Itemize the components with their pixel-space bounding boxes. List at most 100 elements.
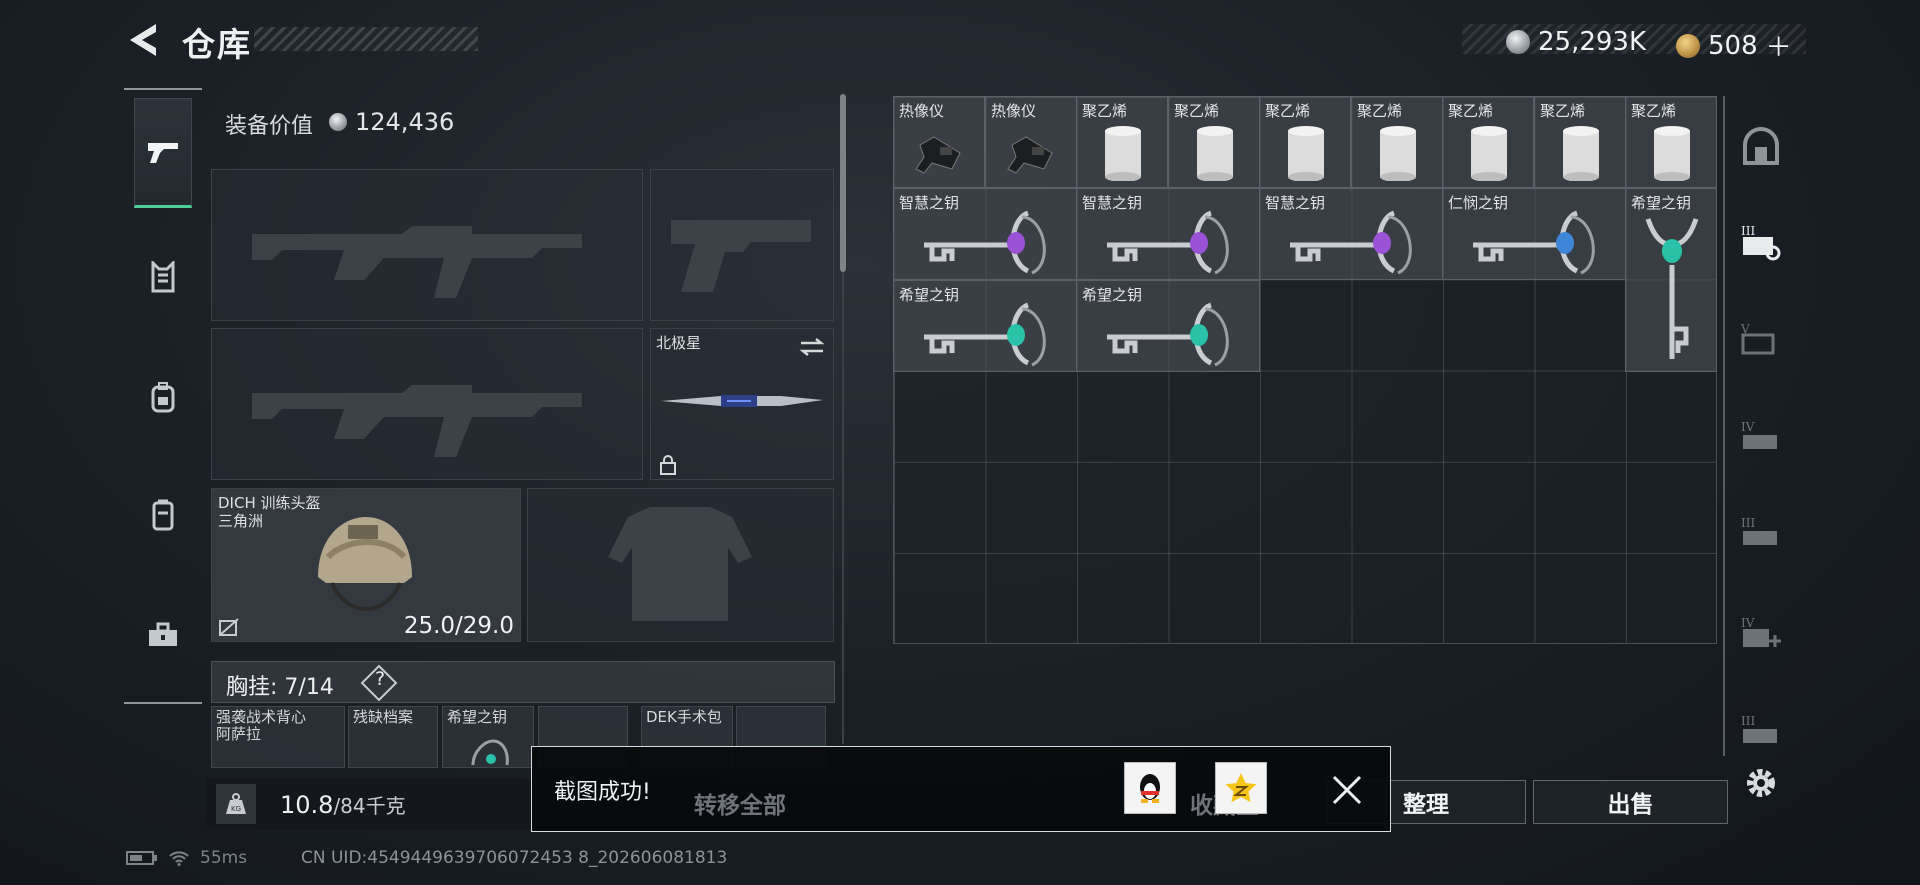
back-arrow-icon[interactable]: [126, 22, 160, 58]
helmet-durability: 25.0/29.0: [403, 613, 514, 639]
gear-icon: [1747, 769, 1775, 797]
close-icon[interactable]: [1331, 774, 1363, 806]
share-qzone-button[interactable]: [1215, 762, 1267, 814]
rail-backpack[interactable]: [134, 342, 192, 452]
polyethylene-roll-icon: [1288, 126, 1324, 181]
chest-item-slot[interactable]: 希望之钥: [442, 706, 534, 768]
transfer-all-button[interactable]: 转移全部: [694, 786, 786, 820]
page-title: 仓库: [182, 25, 252, 64]
category-case[interactable]: V: [1736, 314, 1786, 364]
stash-item[interactable]: 聚乙烯: [1351, 96, 1443, 188]
rifle-silhouette-icon: [252, 385, 582, 457]
helmet-icon: [318, 517, 412, 612]
vest-icon: [151, 261, 175, 293]
stash-item[interactable]: 热像仪: [893, 96, 985, 188]
stash-item[interactable]: 聚乙烯: [1168, 96, 1260, 188]
sell-button[interactable]: 出售: [1533, 780, 1728, 824]
key-icon: [1645, 218, 1699, 359]
stash-item[interactable]: 聚乙烯: [1259, 96, 1351, 188]
polyethylene-roll-icon: [1563, 126, 1599, 181]
helmet-slot[interactable]: DICH 训练头盔 三角洲 25.0/29.0: [211, 488, 521, 642]
svg-text:III: III: [1741, 224, 1755, 238]
tier-4-case-icon: IV: [1741, 420, 1777, 449]
safe-icon: [1743, 127, 1779, 165]
polyethylene-roll-icon: [1197, 126, 1233, 181]
stash-key-item[interactable]: 智慧之钥: [1259, 188, 1443, 280]
rail-chest-rig[interactable]: [134, 222, 192, 332]
stash-key-item[interactable]: 希望之钥: [1625, 188, 1717, 372]
category-case[interactable]: IV: [1736, 412, 1786, 462]
category-safe[interactable]: [1736, 122, 1786, 172]
svg-text:III: III: [1741, 714, 1755, 728]
secondary-weapon-slot[interactable]: [211, 328, 643, 480]
add-currency-button[interactable]: ＋: [1766, 27, 1792, 64]
swap-icon[interactable]: [799, 337, 825, 357]
svg-text:KG: KG: [231, 805, 241, 813]
qzone-star-icon: [1225, 773, 1257, 803]
tier-5-case-icon: V: [1740, 322, 1775, 355]
stash-key-item[interactable]: 希望之钥: [893, 280, 1077, 372]
stash-item[interactable]: 聚乙烯: [1625, 96, 1717, 188]
toast-message: 截图成功!: [554, 780, 651, 805]
toolbox-icon: [149, 622, 177, 646]
chest-rig-label: 胸挂:: [226, 675, 278, 700]
no-insurance-icon: [219, 618, 239, 636]
key-icon: [924, 302, 1046, 367]
gold-coin-icon: [1676, 33, 1700, 58]
primary-weapon-slot[interactable]: [211, 169, 643, 321]
settings-button[interactable]: [1736, 758, 1786, 808]
chest-item-slot[interactable]: 强袭战术背心 阿萨拉: [211, 706, 345, 768]
locker-icon: [152, 499, 174, 531]
category-case[interactable]: IV: [1736, 608, 1786, 658]
rail-toolbox[interactable]: [134, 580, 192, 690]
item-name: 希望之钥: [1631, 194, 1692, 212]
stash-item[interactable]: 聚乙烯: [1534, 96, 1626, 188]
item-name: 聚乙烯: [1174, 102, 1220, 120]
stash-item[interactable]: 热像仪: [985, 96, 1077, 188]
knife-icon: [661, 395, 823, 407]
device-status: 55ms: [126, 848, 247, 868]
armor-silhouette-icon: [608, 507, 752, 621]
category-case[interactable]: III: [1736, 216, 1786, 266]
melee-name: 北极星: [656, 334, 702, 352]
category-case[interactable]: III: [1736, 706, 1786, 756]
chest-item-name: DEK手术包: [646, 708, 722, 726]
rail-locker[interactable]: [134, 460, 192, 570]
qq-penguin-icon: [1140, 774, 1160, 803]
equipment-value-label: 装备价值: [225, 114, 314, 139]
battery-icon: [126, 851, 157, 865]
gold-currency[interactable]: 508 ＋: [1676, 27, 1792, 64]
tier-3-case-icon: III: [1741, 714, 1777, 743]
stash-key-item[interactable]: 智慧之钥: [893, 188, 1077, 280]
scrollbar-thumb[interactable]: [840, 94, 846, 272]
rifle-silhouette-icon: [252, 226, 582, 298]
title-decoration: [254, 27, 478, 51]
item-name: 聚乙烯: [1265, 102, 1311, 120]
stash-item[interactable]: 聚乙烯: [1442, 96, 1534, 188]
stash-key-item[interactable]: 智慧之钥: [1076, 188, 1260, 280]
rail-weapons[interactable]: [134, 98, 192, 208]
chest-item-name: 希望之钥: [447, 708, 508, 726]
chest-item-name: 残缺档案: [353, 708, 414, 726]
body-armor-slot[interactable]: [527, 488, 834, 642]
svg-text:III: III: [1741, 516, 1755, 530]
item-name: 聚乙烯: [1448, 102, 1494, 120]
stash-key-item[interactable]: 仁悯之钥: [1442, 188, 1626, 280]
pistol-silhouette-icon: [671, 220, 811, 292]
chest-item-slot[interactable]: 残缺档案: [348, 706, 438, 768]
tier-4-medical-case-icon: IV: [1741, 616, 1781, 647]
melee-slot[interactable]: 北极星: [650, 328, 834, 480]
silver-amount: 25,293K: [1538, 27, 1647, 57]
help-button[interactable]: ?: [371, 668, 389, 690]
item-name: 聚乙烯: [1357, 102, 1403, 120]
polyethylene-roll-icon: [1654, 126, 1690, 181]
stash-key-item[interactable]: 希望之钥: [1076, 280, 1260, 372]
sidearm-slot[interactable]: [650, 169, 834, 321]
thermal-scope-icon: [1007, 136, 1053, 174]
key-icon: [1107, 210, 1229, 275]
stash-item[interactable]: 聚乙烯: [1076, 96, 1168, 188]
silver-coin-icon: [1506, 30, 1530, 54]
backpack-icon: [151, 382, 175, 413]
category-case[interactable]: III: [1736, 508, 1786, 558]
share-qq-button[interactable]: [1124, 762, 1176, 814]
